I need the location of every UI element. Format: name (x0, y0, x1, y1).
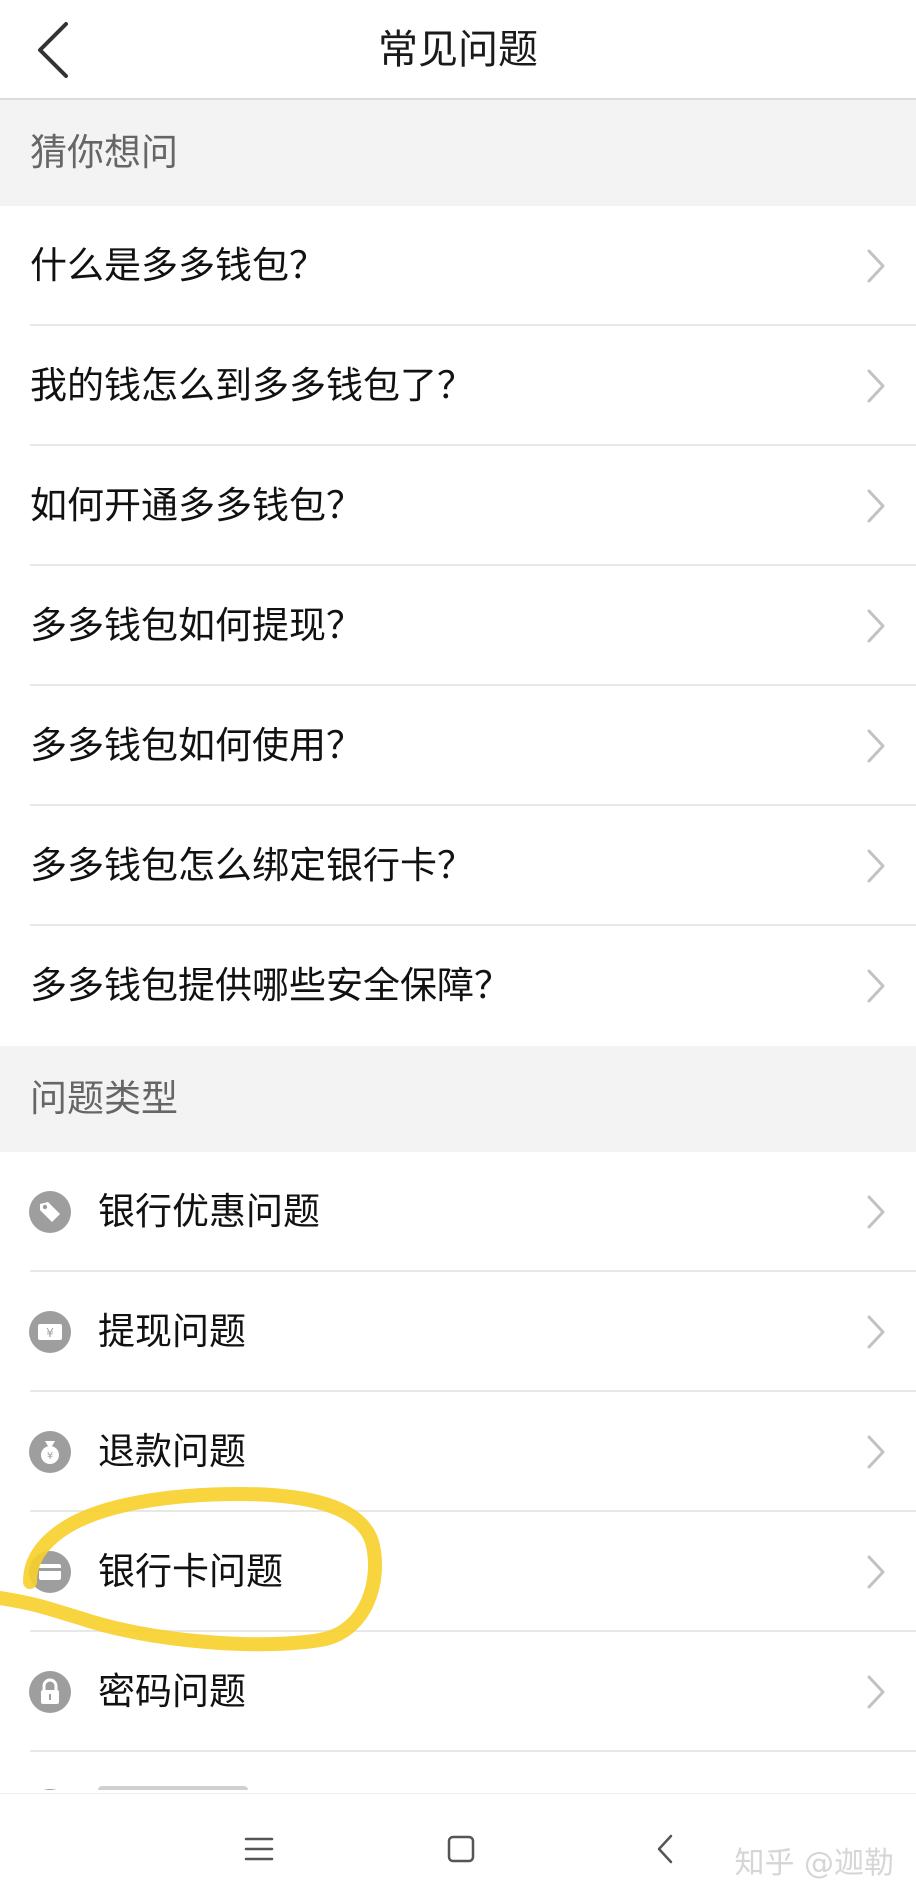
partially-hidden-row (0, 1750, 916, 1790)
back-triangle-icon (657, 1834, 673, 1864)
faq-item[interactable]: 多多钱包提供哪些安全保障？ (0, 926, 916, 1046)
faq-item[interactable]: 多多钱包如何提现？ (0, 566, 916, 686)
yuan-ticket-icon: ¥ (29, 1311, 71, 1353)
bank-card-icon (29, 1551, 71, 1593)
category-item-label: 退款问题 (98, 1430, 246, 1473)
category-item-label: 密码问题 (98, 1670, 246, 1713)
chevron-right-icon (867, 729, 885, 763)
category-item-label: 银行卡问题 (98, 1550, 283, 1593)
chevron-right-icon (867, 1315, 885, 1349)
chevron-right-icon (867, 1435, 885, 1469)
home-square-icon (447, 1835, 475, 1863)
category-item-password[interactable]: 密码问题 (0, 1632, 916, 1752)
system-back-button[interactable] (630, 1814, 700, 1884)
svg-text:¥: ¥ (47, 1451, 53, 1462)
faq-item[interactable]: 多多钱包怎么绑定银行卡？ (0, 806, 916, 926)
chevron-right-icon (867, 969, 885, 1003)
category-item-label: 银行优惠问题 (98, 1190, 320, 1233)
faq-item-label: 多多钱包提供哪些安全保障？ (30, 964, 511, 1007)
chevron-right-icon (867, 249, 885, 283)
chevron-right-icon (867, 1675, 885, 1709)
watermark: 知乎 @迦勒 (734, 1846, 894, 1881)
category-item-refund[interactable]: ¥ 退款问题 (0, 1392, 916, 1512)
category-item-bank-offers[interactable]: 银行优惠问题 (0, 1152, 916, 1272)
category-icon (43, 1789, 57, 1790)
menu-icon (244, 1837, 274, 1861)
svg-text:¥: ¥ (46, 1326, 54, 1340)
faq-item-label: 什么是多多钱包？ (30, 244, 326, 287)
price-tag-icon (29, 1191, 71, 1233)
category-item-label: 提现问题 (98, 1310, 246, 1353)
chevron-right-icon (867, 1195, 885, 1229)
page-title: 常见问题 (378, 27, 538, 73)
faq-item[interactable]: 多多钱包如何使用？ (0, 686, 916, 806)
category-item-bank-card[interactable]: 银行卡问题 (0, 1512, 916, 1632)
faq-item-label: 如何开通多多钱包？ (30, 484, 363, 527)
lock-icon (29, 1671, 71, 1713)
category-item-withdrawal[interactable]: ¥ 提现问题 (0, 1272, 916, 1392)
chevron-right-icon (867, 849, 885, 883)
hidden-label-fragment (98, 1786, 248, 1790)
chevron-right-icon (867, 609, 885, 643)
faq-item-label: 多多钱包怎么绑定银行卡？ (30, 844, 474, 887)
menu-button[interactable] (224, 1814, 294, 1884)
faq-item[interactable]: 如何开通多多钱包？ (0, 446, 916, 566)
faq-item-label: 多多钱包如何使用？ (30, 724, 363, 767)
section-header-guess: 猜你想问 (0, 100, 916, 206)
chevron-right-icon (867, 489, 885, 523)
money-bag-icon: ¥ (29, 1431, 71, 1473)
chevron-right-icon (867, 1555, 885, 1589)
home-button[interactable] (426, 1814, 496, 1884)
faq-item-label: 多多钱包如何提现？ (30, 604, 363, 647)
section-header-types: 问题类型 (0, 1046, 916, 1152)
faq-item[interactable]: 我的钱怎么到多多钱包了？ (0, 326, 916, 446)
faq-item-label: 我的钱怎么到多多钱包了？ (30, 364, 474, 407)
chevron-right-icon (867, 369, 885, 403)
app-header: 常见问题 (0, 0, 916, 100)
faq-item[interactable]: 什么是多多钱包？ (0, 206, 916, 326)
